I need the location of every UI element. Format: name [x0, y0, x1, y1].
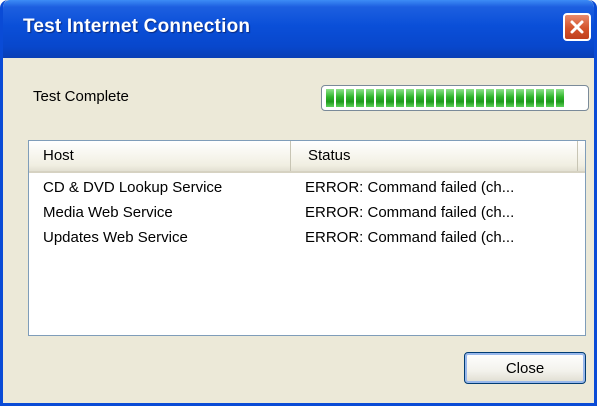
- list-rows: CD & DVD Lookup Service ERROR: Command f…: [29, 179, 585, 254]
- close-button[interactable]: Close: [464, 352, 586, 384]
- progress-segment: [526, 89, 534, 107]
- progress-segment: [416, 89, 424, 107]
- title-close-button[interactable]: [563, 13, 591, 41]
- list-row[interactable]: Media Web Service ERROR: Command failed …: [29, 204, 585, 229]
- progress-segment: [326, 89, 334, 107]
- progress-segment: [446, 89, 454, 107]
- progress-segment: [426, 89, 434, 107]
- progress-segment: [486, 89, 494, 107]
- progress-segment: [376, 89, 384, 107]
- progress-segment: [506, 89, 514, 107]
- progress-segment: [546, 89, 554, 107]
- results-list[interactable]: Host Status CD & DVD Lookup Service ERRO…: [28, 140, 586, 336]
- list-row[interactable]: Updates Web Service ERROR: Command faile…: [29, 229, 585, 254]
- progress-bar: [321, 85, 589, 111]
- window-title: Test Internet Connection: [23, 16, 251, 37]
- dialog-window: Test Internet Connection Test Complete H…: [0, 0, 597, 406]
- list-header: Host Status: [29, 141, 585, 173]
- progress-segment: [466, 89, 474, 107]
- progress-segment: [516, 89, 524, 107]
- progress-segment: [396, 89, 404, 107]
- status-cell: ERROR: Command failed (ch...: [305, 229, 515, 246]
- status-label: Test Complete: [33, 88, 129, 105]
- title-bar[interactable]: Test Internet Connection: [3, 0, 594, 58]
- progress-segment: [386, 89, 394, 107]
- list-row[interactable]: CD & DVD Lookup Service ERROR: Command f…: [29, 179, 585, 204]
- column-header-host[interactable]: Host: [29, 141, 291, 171]
- progress-segment: [496, 89, 504, 107]
- progress-segment: [406, 89, 414, 107]
- progress-segment: [346, 89, 354, 107]
- host-cell: Media Web Service: [43, 204, 173, 221]
- status-cell: ERROR: Command failed (ch...: [305, 179, 515, 196]
- progress-segment: [456, 89, 464, 107]
- host-cell: CD & DVD Lookup Service: [43, 179, 223, 196]
- progress-fill: [326, 89, 564, 107]
- column-header-status[interactable]: Status: [292, 141, 578, 171]
- progress-segment: [476, 89, 484, 107]
- progress-segment: [536, 89, 544, 107]
- progress-segment: [356, 89, 364, 107]
- progress-segment: [436, 89, 444, 107]
- host-cell: Updates Web Service: [43, 229, 188, 246]
- progress-segment: [336, 89, 344, 107]
- progress-segment: [366, 89, 374, 107]
- progress-segment: [556, 89, 564, 107]
- status-cell: ERROR: Command failed (ch...: [305, 204, 515, 221]
